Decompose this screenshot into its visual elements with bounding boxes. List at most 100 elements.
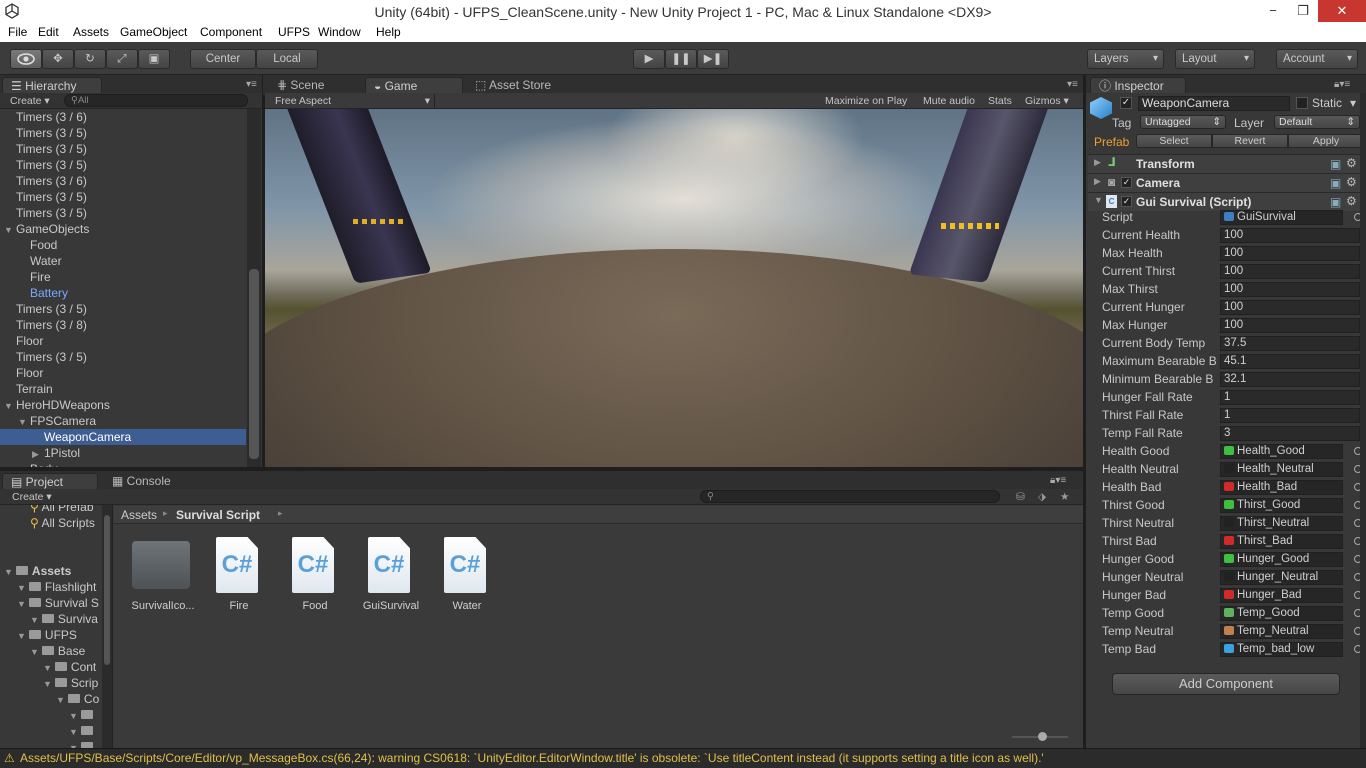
camera-enabled-checkbox[interactable]: ✓ [1121,177,1132,188]
asset-script[interactable]: C# GuiSurvival [356,537,426,627]
menu-edit[interactable]: Edit [38,25,59,39]
hierarchy-item[interactable]: Floor [0,365,246,381]
menu-file[interactable]: File [8,25,27,39]
project-folder-item[interactable]: ▼ [69,739,97,748]
project-folder-item[interactable]: ▼ Cont [43,659,96,675]
hierarchy-item[interactable]: Timers (3 / 5) [0,349,246,365]
chevron-down-icon[interactable]: ▼ [4,398,16,414]
layout-dropdown[interactable]: Layout [1175,49,1255,69]
object-reference-field[interactable]: Health_Neutral [1220,462,1343,477]
rotate-tool-icon[interactable]: ↻ [74,49,106,69]
breadcrumb-survival-script[interactable]: Survival Script [176,508,260,522]
chevron-down-icon[interactable]: ▼ [17,631,26,641]
object-reference-field[interactable]: Health_Good [1220,444,1343,459]
account-dropdown[interactable]: Account [1276,49,1358,69]
filter-type-icon[interactable]: ⛁ [1016,490,1025,504]
guisurvival-enabled-checkbox[interactable]: ✓ [1121,196,1132,207]
chevron-down-icon[interactable]: ▼ [69,727,78,737]
chevron-down-icon[interactable]: ▼ [56,695,65,705]
add-component-button[interactable]: Add Component [1112,673,1340,695]
hierarchy-item[interactable]: Battery [0,285,246,301]
static-checkbox[interactable] [1296,97,1308,109]
project-folder-item[interactable]: ▼ Scrip [43,675,98,691]
hierarchy-search-input[interactable]: ⚲All [64,94,248,107]
hierarchy-item[interactable]: Timers (3 / 5) [0,125,246,141]
hierarchy-item[interactable]: Terrain [0,381,246,397]
prefab-apply-button[interactable]: Apply [1288,134,1364,148]
hierarchy-item[interactable]: Timers (3 / 5) [0,141,246,157]
object-reference-field[interactable]: Temp_bad_low [1220,642,1343,657]
asset-script[interactable]: C# Fire [204,537,274,627]
help-icon[interactable]: ▣ [1330,195,1341,209]
value-input[interactable]: 45.1 [1220,354,1360,369]
zoom-slider-handle[interactable] [1038,732,1047,741]
tag-dropdown[interactable]: Untagged ⇕ [1140,115,1226,129]
hierarchy-create-dropdown[interactable]: Create ▾ [10,94,50,108]
close-button[interactable]: ✕ [1318,0,1366,22]
project-folder-item[interactable]: ▼ Co [56,691,99,707]
menu-ufps[interactable]: UFPS [278,25,310,39]
project-folder-item[interactable]: ▼ Survival S [17,595,99,611]
menu-assets[interactable]: Assets [73,25,109,39]
chevron-down-icon[interactable]: ▼ [4,567,13,577]
object-reference-field[interactable]: Thirst_Bad [1220,534,1343,549]
menu-window[interactable]: Window [318,25,361,39]
value-input[interactable]: 32.1 [1220,372,1360,387]
prefab-select-button[interactable]: Select [1136,134,1212,148]
lock-icon[interactable]: 🔒︎▾≡ [1334,79,1350,90]
lock-icon[interactable]: 🔒︎▾≡ [1050,475,1066,486]
project-folder-item[interactable]: ▼ Assets [4,563,71,579]
favorite-star-icon[interactable]: ★ [1060,490,1069,504]
aspect-dropdown[interactable]: Free Aspect ▾ [275,94,435,108]
help-icon[interactable]: ▣ [1330,176,1341,190]
object-reference-field[interactable]: Temp_Neutral [1220,624,1343,639]
active-checkbox[interactable]: ✓ [1120,97,1132,109]
zoom-slider[interactable] [1012,732,1068,741]
asset-folder[interactable]: SurvivalIco... [128,537,198,627]
project-folder-item[interactable]: ▼ [69,723,97,739]
hierarchy-scroll-thumb[interactable] [249,269,259,459]
hierarchy-item[interactable]: Water [0,253,246,269]
game-viewport[interactable] [265,109,1083,467]
project-tree-scroll-thumb[interactable] [104,515,110,665]
value-input[interactable]: 100 [1220,264,1360,279]
menu-gameobject[interactable]: GameObject [120,25,187,39]
value-input[interactable]: 100 [1220,228,1360,243]
gizmos-dropdown[interactable]: Gizmos ▾ [1025,94,1069,108]
component-camera-header[interactable]: ▶ ◙ ✓ Camera ▣ ⚙ [1088,173,1364,192]
panel-menu-icon[interactable]: ▾≡ [246,79,257,90]
value-input[interactable]: 3 [1220,426,1360,441]
component-transform-header[interactable]: ▶ ⅃ Transform ▣ ⚙ [1088,154,1364,173]
project-create-dropdown[interactable]: Create ▾ [12,490,52,504]
move-tool-icon[interactable]: ✥ [42,49,74,69]
hierarchy-item[interactable]: ▼ FPSCamera [0,413,246,429]
hierarchy-item[interactable]: Timers (3 / 6) [0,173,246,189]
hierarchy-item[interactable]: ▼ HeroHDWeapons [0,397,246,413]
chevron-down-icon[interactable]: ▼ [30,647,39,657]
project-tree-scrollbar[interactable] [102,505,112,748]
value-input[interactable]: 1 [1220,408,1360,423]
value-input[interactable]: 100 [1220,318,1360,333]
play-button[interactable]: ▶ [633,49,665,69]
project-folder-item[interactable]: ▼ Base [30,643,85,659]
hierarchy-item[interactable]: Timers (3 / 8) [0,317,246,333]
project-search-input[interactable]: ⚲ [700,490,1000,503]
panel-menu-icon[interactable]: ▾≡ [1067,79,1078,90]
inspector-scrollbar[interactable] [1360,93,1366,748]
project-folder-item[interactable]: ▼ Surviva [30,611,98,627]
pivot-center-button[interactable]: Center [190,49,256,69]
hierarchy-item[interactable]: WeaponCamera [0,429,246,445]
value-input[interactable]: 1 [1220,390,1360,405]
chevron-down-icon[interactable]: ▼ [69,711,78,721]
hierarchy-item[interactable]: Fire [0,269,246,285]
breadcrumb-assets[interactable]: Assets [121,508,157,522]
minimize-button[interactable]: − [1258,0,1288,22]
gear-icon[interactable]: ⚙ [1346,175,1357,189]
step-button[interactable]: ▶❚ [697,49,729,69]
hierarchy-scrollbar[interactable] [247,109,261,467]
chevron-right-icon[interactable]: ▶ [18,462,30,467]
layer-dropdown[interactable]: Default ⇕ [1274,115,1360,129]
hierarchy-item[interactable]: Timers (3 / 5) [0,205,246,221]
value-input[interactable]: 100 [1220,282,1360,297]
object-reference-field[interactable]: Hunger_Good [1220,552,1343,567]
